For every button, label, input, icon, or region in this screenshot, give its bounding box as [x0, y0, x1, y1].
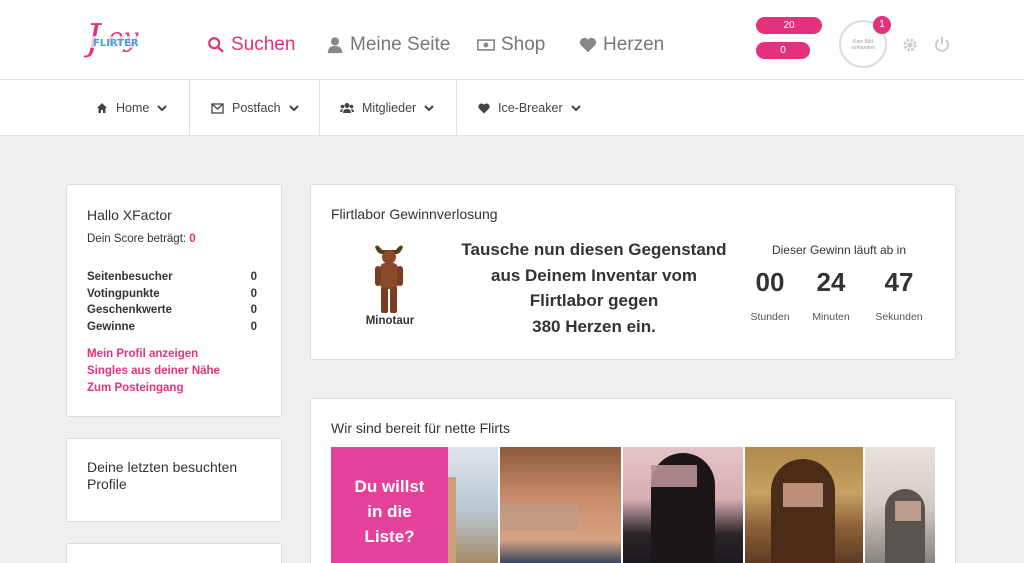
power-icon[interactable] [934, 36, 950, 52]
item-name: Minotaur [365, 315, 415, 327]
countdown-title: Dieser Gewinn läuft ab in [771, 243, 907, 257]
stat-label: Gewinne [87, 320, 135, 333]
message-line: Flirtlabor gegen [529, 291, 659, 310]
heart-icon [478, 103, 490, 113]
svg-text:FLIRTER: FLIRTER [93, 38, 139, 49]
herzen-badge[interactable]: 0 Herzen [756, 42, 810, 73]
chevron-down-icon [570, 105, 581, 112]
face-blur [783, 483, 823, 507]
chevron-down-icon [424, 105, 434, 112]
message-line: 380 Herzen ein. [532, 316, 656, 336]
lottery-title: Flirtlabor Gewinnverlosung [331, 206, 498, 222]
cta-line: Du willst [354, 477, 425, 496]
divider [319, 80, 320, 136]
nav-suchen-label: Suchen [231, 34, 296, 55]
sidebar-card [66, 543, 282, 563]
subnav-ice-breaker[interactable]: Ice-Breaker [478, 80, 581, 136]
hair-shape [771, 459, 835, 563]
gear-icon[interactable] [902, 37, 918, 53]
cta-line: in die [367, 502, 412, 521]
cta-line: Liste? [364, 527, 415, 546]
face-blur [500, 504, 578, 530]
nav-meine-seite[interactable]: Meine Seite [326, 34, 450, 56]
stat-label: Geschenkwerte [87, 304, 173, 316]
stat-row: Gewinne 0 [87, 319, 257, 336]
nav-shop-label: Shop [501, 34, 546, 55]
stat-value: 0 [250, 320, 257, 333]
countdown-hours-label: Stunden [750, 311, 790, 323]
countdown-hours: 00 [755, 267, 785, 297]
nav-meine-seite-label: Meine Seite [350, 34, 451, 55]
stat-row: Votingpunkte 0 [87, 286, 257, 303]
face-blur [895, 501, 921, 521]
heart-icon [579, 37, 597, 53]
chevron-down-icon [157, 105, 168, 112]
stat-value: 0 [250, 304, 257, 316]
stat-row: Seitenbesucher 0 [87, 269, 257, 286]
link-posteingang[interactable]: Zum Posteingang [87, 380, 220, 397]
message-line: aus Deinem Inventar vom [491, 265, 697, 285]
member-photo[interactable] [623, 447, 743, 563]
notification-badge[interactable]: 1 [873, 16, 891, 34]
countdown-seconds: 47 [884, 267, 914, 297]
score-value: 0 [189, 233, 196, 245]
photo-detail [448, 477, 456, 563]
stat-label: Seitenbesucher [87, 271, 173, 283]
message-line: Tausche nun diesen Gegenstand [461, 240, 727, 259]
minotaur-icon[interactable] [371, 241, 407, 317]
stat-value: 0 [250, 271, 257, 283]
nav-herzen-label: Herzen [603, 34, 665, 55]
countdown-minutes-label: Minuten [812, 311, 850, 323]
stat-value: 0 [250, 287, 257, 300]
nav-shop[interactable]: Shop [477, 34, 545, 56]
subnav-home-label: Home [116, 101, 150, 115]
subnav-postfach[interactable]: Postfach [211, 80, 299, 136]
joy-flirter-logo[interactable]: J oy FLIRTER [79, 14, 158, 64]
divider [456, 80, 457, 136]
score-line: Dein Score beträgt: 0 [87, 233, 196, 245]
divider [189, 80, 190, 136]
stat-label: Votingpunkte [87, 287, 160, 300]
lottery-message: Tausche nun diesen Gegenstand aus Deinem… [449, 237, 739, 339]
lottery-card: Flirtlabor Gewinnverlosung Minotaur Taus… [310, 184, 956, 360]
link-mein-profil[interactable]: Mein Profil anzeigen [87, 346, 220, 363]
profile-links: Mein Profil anzeigen Singles aus deiner … [87, 346, 220, 397]
recent-profiles-title: Deine letzten besuchten Profile [87, 459, 238, 492]
flirtchips-badge[interactable]: 20 Flirtchips [756, 17, 822, 48]
flirts-title: Wir sind bereit für nette Flirts [331, 420, 510, 436]
subnav-ice-breaker-label: Ice-Breaker [498, 101, 563, 115]
users-icon [340, 103, 354, 113]
member-photo[interactable] [448, 447, 498, 563]
nav-suchen[interactable]: Suchen [207, 34, 295, 56]
stat-row: Geschenkwerte 0 [87, 302, 257, 319]
member-photo[interactable] [500, 447, 621, 563]
subnav-mitglieder[interactable]: Mitglieder [340, 80, 434, 136]
member-photo[interactable] [745, 447, 863, 563]
user-icon [327, 37, 343, 54]
member-photo[interactable] [865, 447, 935, 563]
profile-summary-card: Hallo XFactor Dein Score beträgt: 0 Seit… [66, 184, 282, 417]
countdown-seconds-label: Sekunden [875, 311, 923, 323]
recent-profiles-card: Deine letzten besuchten Profile [66, 438, 282, 522]
greeting: Hallo XFactor [87, 207, 172, 223]
envelope-icon [211, 102, 224, 114]
countdown-minutes: 24 [816, 267, 846, 297]
search-icon [208, 37, 224, 53]
score-label: Dein Score beträgt: [87, 233, 187, 245]
chevron-down-icon [288, 105, 299, 112]
subnav-postfach-label: Postfach [232, 101, 281, 115]
link-singles-naehe[interactable]: Singles aus deiner Nähe [87, 363, 220, 380]
home-icon [97, 103, 107, 113]
subnav-mitglieder-label: Mitglieder [362, 101, 417, 115]
stats-list: Seitenbesucher 0 Votingpunkte 0 Geschenkwe… [87, 269, 257, 335]
nav-herzen[interactable]: Herzen [579, 34, 664, 56]
join-list-button[interactable]: Du willst in die Liste? [331, 447, 448, 563]
money-icon [477, 39, 495, 51]
subnav-home[interactable]: Home [96, 80, 168, 136]
face-blur [651, 465, 697, 487]
